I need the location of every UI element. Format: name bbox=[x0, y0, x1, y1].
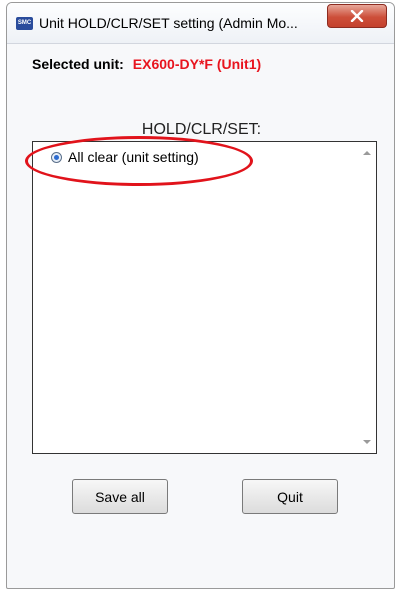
save-all-button[interactable]: Save all bbox=[72, 479, 168, 514]
options-list[interactable]: All clear (unit setting) bbox=[32, 141, 377, 454]
selected-unit-line: Selected unit: EX600-DY*F (Unit1) bbox=[32, 56, 261, 72]
option-label: All clear (unit setting) bbox=[68, 149, 199, 165]
selected-unit-value: EX600-DY*F (Unit1) bbox=[132, 56, 262, 72]
quit-button[interactable]: Quit bbox=[242, 479, 338, 514]
vertical-scrollbar[interactable] bbox=[359, 142, 376, 453]
group-title: HOLD/CLR/SET: bbox=[141, 121, 262, 138]
scroll-down-arrow-icon[interactable] bbox=[363, 440, 371, 444]
dialog-window: SMC Unit HOLD/CLR/SET setting (Admin Mo.… bbox=[6, 2, 395, 589]
title-bar[interactable]: SMC Unit HOLD/CLR/SET setting (Admin Mo.… bbox=[7, 3, 394, 44]
app-icon: SMC bbox=[16, 17, 33, 30]
scroll-up-arrow-icon[interactable] bbox=[363, 151, 371, 155]
selected-unit-label: Selected unit: bbox=[32, 56, 124, 72]
close-button[interactable] bbox=[327, 4, 387, 28]
radio-button-selected[interactable] bbox=[51, 151, 62, 163]
option-all-clear[interactable]: All clear (unit setting) bbox=[51, 149, 199, 165]
close-icon bbox=[350, 10, 364, 22]
window-title: Unit HOLD/CLR/SET setting (Admin Mo... bbox=[39, 15, 298, 31]
